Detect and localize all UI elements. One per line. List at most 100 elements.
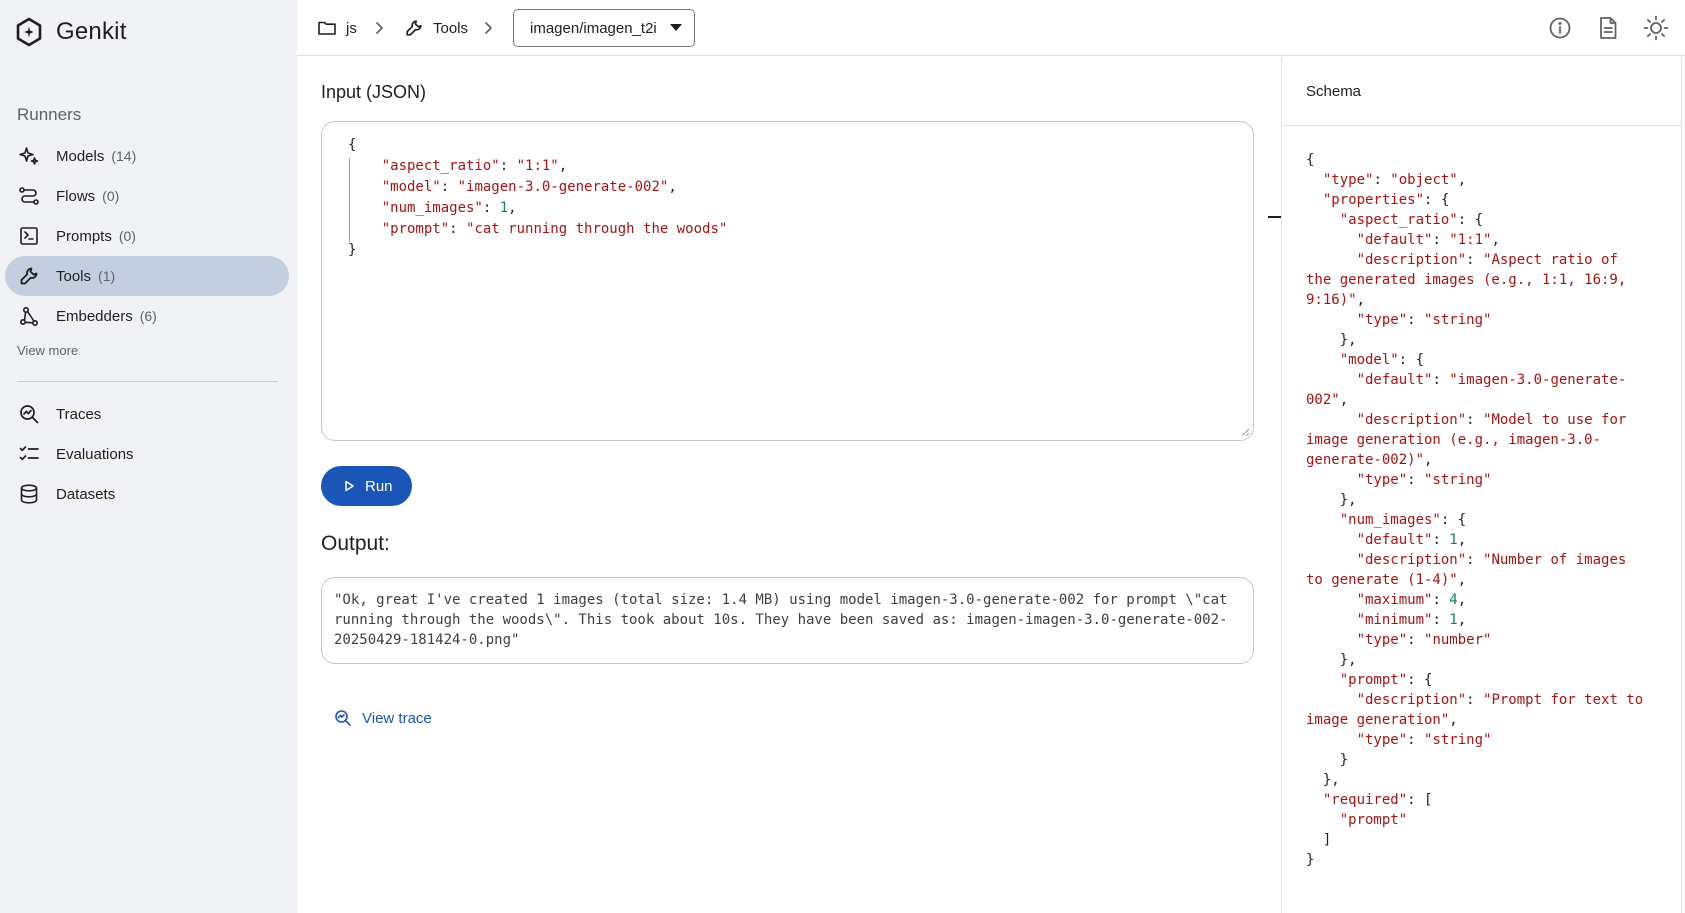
json-string: "Prompt for text to: [1483, 692, 1644, 708]
json-punct: [1306, 612, 1357, 628]
json-punct: [1306, 692, 1357, 708]
json-punct: },: [1306, 492, 1357, 508]
json-input-editor[interactable]: { "aspect_ratio": "1:1", "model": "image…: [321, 121, 1281, 441]
breadcrumb-label: js: [346, 19, 357, 37]
caret-down-icon: [670, 24, 682, 31]
json-punct: :: [1432, 532, 1450, 548]
json-key: "description": [1356, 692, 1467, 708]
json-punct: : {: [1424, 192, 1450, 208]
json-punct: :: [1373, 172, 1391, 188]
json-string: "1:1": [516, 158, 559, 174]
code-line: },: [1306, 490, 1666, 510]
code-line: "prompt": {: [1306, 670, 1666, 690]
genkit-logo-icon: [16, 17, 42, 47]
json-string: "imagen-3.0-generate-: [1449, 372, 1627, 388]
json-key: "default": [1356, 372, 1433, 388]
wrench-icon: [406, 20, 422, 36]
json-string: "cat running through the woods": [466, 221, 728, 237]
code-line: },: [1306, 650, 1666, 670]
breadcrumb-tools[interactable]: Tools: [404, 0, 468, 56]
code-line: }: [1306, 750, 1666, 770]
code-line: "prompt": "cat running through the woods…: [348, 219, 728, 240]
code-line: "type": "number": [1306, 630, 1666, 650]
docs-icon[interactable]: [1595, 15, 1621, 41]
json-key: "model": [381, 179, 441, 195]
code-line: to generate (1-4)",: [1306, 570, 1666, 590]
json-punct: ,: [1424, 452, 1433, 468]
sidebar-item-flows[interactable]: Flows (0): [5, 176, 289, 216]
code-line: image generation",: [1306, 710, 1666, 730]
run-button[interactable]: Run: [321, 466, 412, 506]
json-punct: [1306, 552, 1357, 568]
json-key: "type": [1356, 472, 1408, 488]
json-punct: [1306, 812, 1340, 828]
sidebar-item-label: Tools: [56, 267, 92, 285]
code-line: 9:16)",: [1306, 290, 1666, 310]
code-line: "num_images": 1,: [348, 198, 727, 219]
code-line: "model": "imagen-3.0-generate-002",: [348, 177, 727, 198]
resize-handle-icon[interactable]: [1241, 428, 1250, 437]
json-string: "1:1": [1449, 232, 1492, 248]
json-string: generate-002)": [1306, 452, 1425, 468]
sidebar-item-tools[interactable]: Tools (1): [5, 256, 289, 296]
tool-selector-value: imagen/imagen_t2i: [530, 19, 657, 37]
json-key: "aspect_ratio": [1339, 212, 1458, 228]
code-line: "maximum": 4,: [1306, 590, 1666, 610]
json-punct: [1306, 532, 1357, 548]
json-punct: ]: [1306, 832, 1332, 848]
sidebar-item-prompts[interactable]: Prompts (0): [5, 216, 289, 256]
theme-icon[interactable]: [1643, 15, 1669, 41]
json-punct: :: [1407, 312, 1425, 328]
json-punct: [1306, 372, 1357, 388]
json-punct: [1306, 632, 1357, 648]
json-punct: [1306, 792, 1323, 808]
tool-selector[interactable]: imagen/imagen_t2i: [513, 9, 695, 47]
json-punct: }: [348, 242, 357, 258]
view-more-link[interactable]: View more: [17, 343, 78, 358]
code-line: "prompt": [1306, 810, 1666, 830]
breadcrumb-js[interactable]: js: [317, 0, 357, 56]
json-input-code[interactable]: { "aspect_ratio": "1:1", "model": "image…: [348, 135, 727, 261]
output-title: Output:: [321, 532, 390, 555]
brand[interactable]: Genkit: [16, 14, 127, 50]
sidebar-item-count: (6): [139, 308, 157, 324]
chevron-right-icon: [485, 22, 492, 34]
sidebar-item-label: Flows: [56, 187, 96, 205]
json-key: "description": [1356, 552, 1467, 568]
json-punct: },: [1306, 332, 1357, 348]
json-punct: [348, 221, 382, 237]
json-string: "Aspect ratio of: [1483, 252, 1618, 268]
json-string: "string": [1424, 732, 1492, 748]
code-line: "type": "string": [1306, 310, 1666, 330]
sidebar-item-models[interactable]: Models (14): [5, 136, 289, 176]
view-trace-link[interactable]: View trace: [334, 709, 432, 727]
sidebar-item-embedders[interactable]: Embedders (6): [5, 296, 289, 336]
chevron-right-icon: [376, 22, 383, 34]
sidebar-item-traces[interactable]: Traces: [5, 394, 289, 434]
sidebar-item-label: Embedders: [56, 307, 133, 325]
sidebar-item-evaluations[interactable]: Evaluations: [5, 434, 289, 474]
json-string: "object": [1390, 172, 1458, 188]
json-punct: [1306, 312, 1357, 328]
json-punct: [1306, 512, 1340, 528]
fold-marker[interactable]: [1268, 216, 1281, 218]
sparkle-icon: [19, 147, 39, 165]
code-line: "num_images": {: [1306, 510, 1666, 530]
json-string: "prompt": [1339, 812, 1408, 828]
json-key: "num_images": [1339, 512, 1441, 528]
json-key: "maximum": [1356, 592, 1433, 608]
json-string: "string": [1424, 472, 1492, 488]
sidebar-item-datasets[interactable]: Datasets: [5, 474, 289, 514]
code-line: {: [348, 135, 727, 156]
code-line: generate-002)",: [1306, 450, 1666, 470]
top-bar: js Tools imagen/imagen_t2i: [297, 0, 1685, 56]
json-key: "prompt": [381, 221, 450, 237]
json-punct: : {: [1407, 672, 1433, 688]
code-line: }: [1306, 850, 1666, 870]
json-key: "aspect_ratio": [381, 158, 500, 174]
info-icon[interactable]: [1547, 15, 1573, 41]
sidebar-item-count: (0): [118, 228, 136, 244]
sidebar-item-label: Evaluations: [56, 445, 134, 463]
json-string: "Model to use for: [1483, 412, 1627, 428]
json-string: "string": [1424, 312, 1492, 328]
